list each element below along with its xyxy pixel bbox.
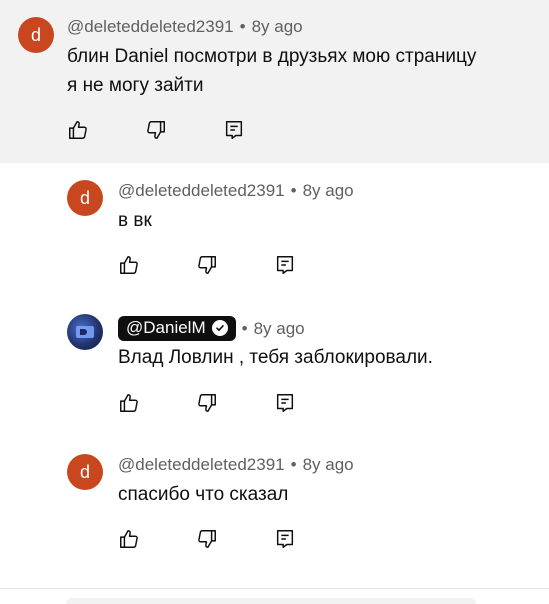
comment-time: 8y ago	[253, 318, 305, 338]
thumbs-up-icon	[69, 121, 87, 139]
reply-icon	[276, 256, 294, 274]
comment-meta: @deleteddeleted2391 • 8y ago	[118, 181, 354, 201]
separator-dot: •	[290, 181, 297, 200]
reply-icon	[225, 121, 243, 139]
avatar[interactable]: d	[67, 454, 103, 490]
comment-author: @DanielM	[126, 318, 206, 337]
comment-author[interactable]: @deleteddeleted2391	[118, 181, 285, 201]
separator-dot: •	[241, 318, 248, 338]
comment-author[interactable]: @deleteddeleted2391	[67, 17, 234, 37]
reply-button[interactable]	[274, 528, 296, 550]
channel-logo-icon	[76, 326, 94, 338]
reply-icon	[276, 394, 294, 412]
comment-text-line: в вк	[118, 210, 152, 231]
comment-time: 8y ago	[251, 17, 303, 36]
dislike-button[interactable]	[196, 254, 218, 276]
thumbs-down-icon	[198, 530, 216, 548]
avatar[interactable]: d	[18, 17, 54, 53]
thumbs-up-icon	[120, 394, 138, 412]
reply-button[interactable]	[274, 254, 296, 276]
reply-input[interactable]	[66, 598, 476, 604]
comment-author[interactable]: @deleteddeleted2391	[118, 455, 285, 475]
reply-icon	[276, 530, 294, 548]
like-button[interactable]	[118, 254, 140, 276]
thumbs-down-icon	[198, 256, 216, 274]
thumbs-down-icon	[147, 121, 165, 139]
comment-time: 8y ago	[302, 455, 354, 474]
comment-text-line: спасибо что сказал	[118, 484, 289, 505]
avatar[interactable]	[67, 314, 103, 350]
comment-actions	[118, 254, 352, 276]
comment-actions	[67, 119, 301, 141]
reply-button[interactable]	[223, 119, 245, 141]
like-button[interactable]	[67, 119, 89, 141]
separator-dot: •	[239, 17, 246, 36]
comment-text-line: я не могу зайти	[67, 75, 204, 96]
divider	[0, 588, 549, 589]
thumbs-up-icon	[120, 530, 138, 548]
like-button[interactable]	[118, 528, 140, 550]
creator-badge[interactable]: @DanielM	[118, 316, 236, 341]
comment-meta: @deleteddeleted2391 • 8y ago	[67, 17, 303, 37]
dislike-button[interactable]	[145, 119, 167, 141]
reply-button[interactable]	[274, 392, 296, 414]
avatar[interactable]: d	[67, 180, 103, 216]
comment-text-line: блин Daniel посмотри в друзьях мою стран…	[67, 46, 477, 67]
dislike-button[interactable]	[196, 392, 218, 414]
comment-meta: @DanielM • 8y ago	[118, 316, 305, 341]
thumbs-down-icon	[198, 394, 216, 412]
avatar-letter: d	[30, 24, 41, 45]
avatar-letter: d	[79, 187, 90, 208]
dislike-button[interactable]	[196, 528, 218, 550]
comment-actions	[118, 528, 352, 550]
thumbs-up-icon	[120, 256, 138, 274]
comment-meta: @deleteddeleted2391 • 8y ago	[118, 455, 354, 475]
like-button[interactable]	[118, 392, 140, 414]
comment-time: 8y ago	[302, 181, 354, 200]
avatar-letter: d	[79, 461, 90, 482]
verified-icon	[211, 320, 228, 336]
separator-dot: •	[290, 455, 297, 474]
comment-actions	[118, 392, 352, 414]
comment-text-line: Влад Ловлин , тебя заблокировали.	[118, 347, 433, 368]
